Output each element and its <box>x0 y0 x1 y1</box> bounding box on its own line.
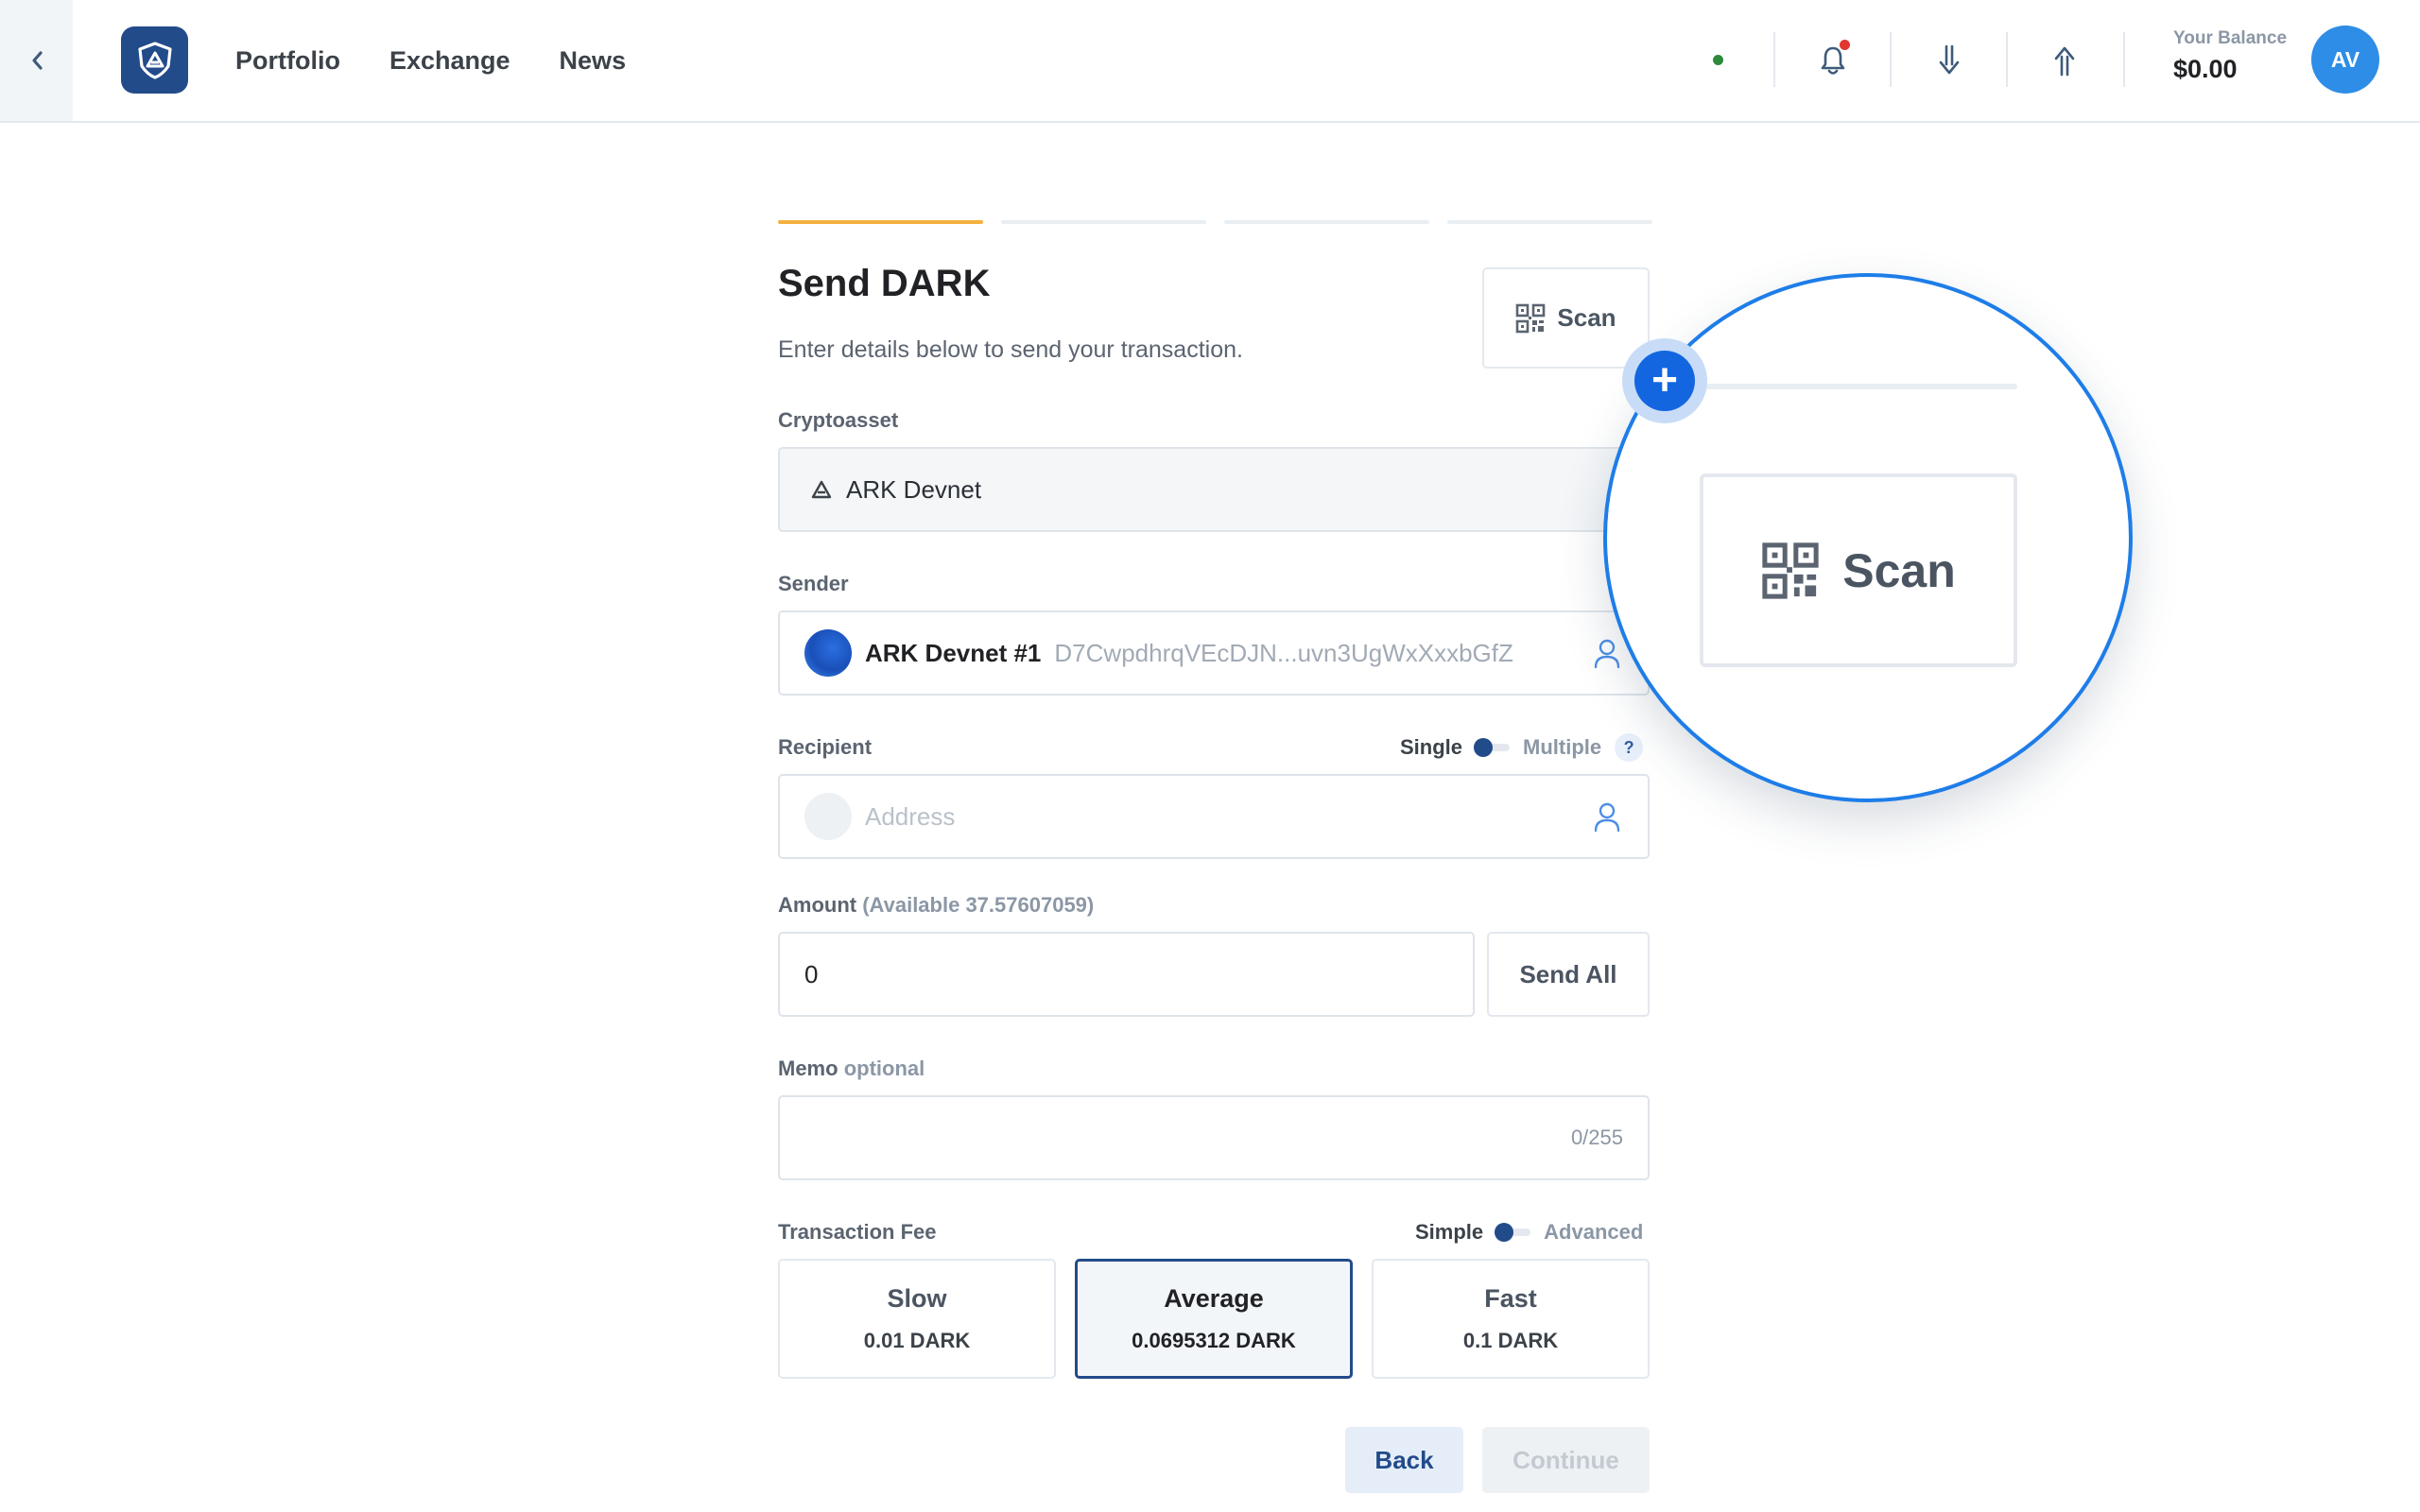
recipient-label: Recipient <box>778 735 873 759</box>
zoomed-scan-label: Scan <box>1842 543 1956 597</box>
fee-mode-toggle[interactable]: Simple Advanced <box>1415 1220 1643 1245</box>
fee-option-amount: 0.01 DARK <box>863 1329 971 1352</box>
memo-label-text: Memo <box>778 1057 838 1080</box>
balance-value: $0.00 <box>2173 55 2238 83</box>
back-button[interactable]: Back <box>1345 1427 1463 1493</box>
toggle-single-label: Single <box>1400 735 1463 759</box>
nav-link-news[interactable]: News <box>560 46 627 76</box>
divider <box>1773 32 1775 87</box>
fee-option-name: Slow <box>887 1284 947 1313</box>
toggle-simple-label: Simple <box>1415 1220 1484 1244</box>
help-icon[interactable]: ? <box>1615 733 1644 762</box>
continue-button[interactable]: Continue <box>1482 1427 1650 1493</box>
user-avatar[interactable]: AV <box>2311 26 2379 94</box>
sender-address: D7CwpdhrqVEcDJN...uvn3UgWxXxxbGfZ <box>1054 638 1513 667</box>
sender-avatar <box>804 629 852 677</box>
download-arrow-icon <box>1939 44 1960 75</box>
memo-label: Memo optional <box>778 1057 925 1081</box>
main-nav: Portfolio Exchange News <box>235 0 626 121</box>
nav-link-exchange[interactable]: Exchange <box>389 46 510 76</box>
send-all-button[interactable]: Send All <box>1487 932 1650 1017</box>
contact-icon[interactable] <box>1591 800 1623 833</box>
amount-label-text: Amount <box>778 893 857 917</box>
toggle-advanced-label: Advanced <box>1544 1220 1644 1244</box>
recipient-address-input[interactable]: Address <box>865 802 955 832</box>
chevron-left-icon <box>31 51 43 70</box>
sender-field[interactable]: ARK Devnet #1 D7CwpdhrqVEcDJN...uvn3UgWx… <box>778 610 1650 696</box>
divider <box>1890 32 1892 87</box>
upload-arrow-icon <box>2054 46 2075 77</box>
fee-mode-switch[interactable] <box>1495 1223 1531 1242</box>
qr-code-icon <box>1762 541 1819 599</box>
step-3 <box>1224 220 1429 224</box>
step-4 <box>1447 220 1652 224</box>
fee-option-slow[interactable]: Slow 0.01 DARK <box>778 1259 1056 1379</box>
memo-char-counter: 0/255 <box>1570 1125 1623 1149</box>
cryptoasset-value: ARK Devnet <box>846 474 982 504</box>
cryptoasset-label: Cryptoasset <box>778 408 899 432</box>
step-indicator <box>778 220 1652 224</box>
memo-optional-text: optional <box>843 1057 925 1080</box>
available-balance: (Available 37.57607059) <box>862 893 1095 917</box>
divider <box>2123 32 2125 87</box>
ark-logo[interactable] <box>121 26 188 94</box>
top-navbar: Portfolio Exchange News Your Balance $0.… <box>0 0 2420 123</box>
recipient-mode-toggle[interactable]: Single Multiple ? <box>1400 733 1644 762</box>
fee-option-amount: 0.1 DARK <box>1462 1329 1559 1352</box>
ark-network-icon <box>811 480 832 499</box>
network-status-indicator <box>1713 55 1723 65</box>
send-button[interactable] <box>2040 36 2089 85</box>
transaction-fee-label: Transaction Fee <box>778 1220 937 1244</box>
receive-button[interactable] <box>1925 36 1974 85</box>
fee-option-average[interactable]: Average 0.0695312 DARK <box>1075 1259 1353 1379</box>
nav-link-portfolio[interactable]: Portfolio <box>235 46 340 76</box>
fee-option-name: Fast <box>1484 1284 1537 1313</box>
contact-icon[interactable] <box>1591 637 1623 669</box>
fee-option-fast[interactable]: Fast 0.1 DARK <box>1372 1259 1650 1379</box>
recipient-avatar-placeholder <box>804 793 852 840</box>
fee-option-amount: 0.0695312 DARK <box>1132 1329 1296 1352</box>
balance-label: Your Balance <box>2173 28 2288 48</box>
recipient-mode-switch[interactable] <box>1474 738 1511 757</box>
fee-option-name: Average <box>1164 1284 1264 1313</box>
balance-summary: Your Balance $0.00 <box>2173 28 2287 84</box>
zoomed-scan-button[interactable]: Scan <box>1700 473 2017 667</box>
page-title: Send DARK <box>778 263 991 304</box>
amount-input[interactable]: 0 <box>778 932 1475 1017</box>
zoom-plus-badge: + <box>1622 338 1707 423</box>
back-nav-button[interactable] <box>0 0 73 121</box>
plus-icon: + <box>1634 351 1695 411</box>
qr-code-icon <box>1516 303 1546 333</box>
notifications-button[interactable] <box>1808 36 1858 85</box>
notification-badge <box>1840 40 1850 50</box>
page-subtitle: Enter details below to send your transac… <box>778 336 1243 363</box>
recipient-field[interactable]: Address <box>778 774 1650 859</box>
amount-label: Amount (Available 37.57607059) <box>778 893 1094 918</box>
sender-label: Sender <box>778 572 849 595</box>
scan-label: Scan <box>1557 303 1616 332</box>
step-1 <box>778 220 983 224</box>
ark-shield-logo-icon <box>137 41 172 79</box>
memo-input[interactable]: 0/255 <box>778 1095 1650 1180</box>
sender-name: ARK Devnet #1 <box>865 638 1042 667</box>
scan-qr-button[interactable]: Scan <box>1482 267 1650 369</box>
toggle-multiple-label: Multiple <box>1523 735 1602 759</box>
step-2 <box>1001 220 1206 224</box>
cryptoasset-select[interactable]: ARK Devnet <box>778 447 1650 532</box>
divider <box>2006 32 2008 87</box>
